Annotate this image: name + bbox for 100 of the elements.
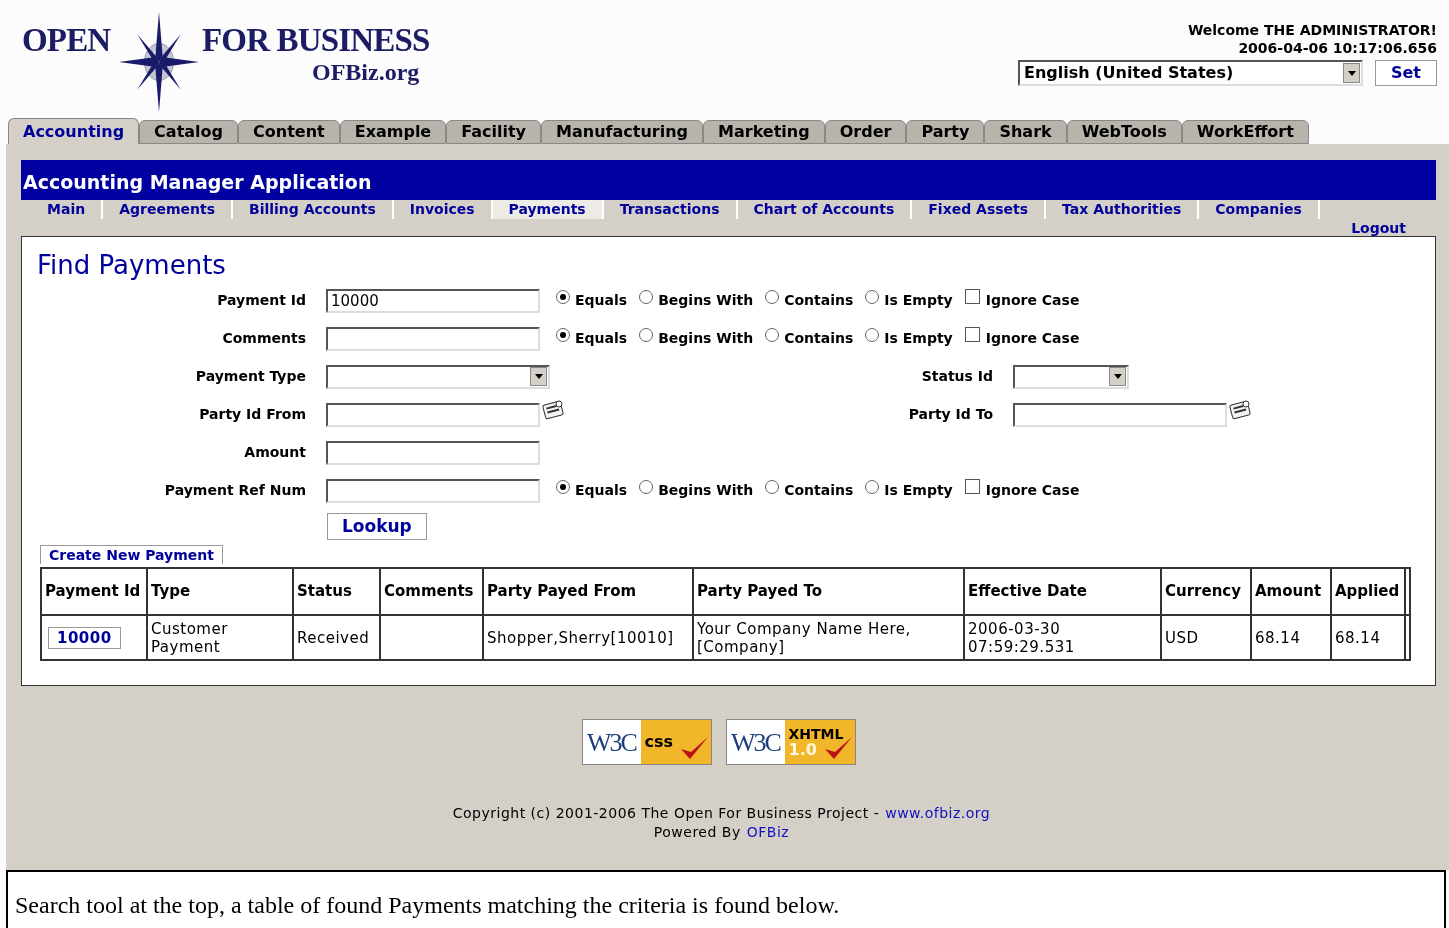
app-tab[interactable]: Content xyxy=(238,120,340,144)
logo-text: FOR BUSINESS xyxy=(202,21,430,60)
language-select[interactable]: English (United States) xyxy=(1018,60,1363,86)
radio-button[interactable] xyxy=(865,479,880,494)
badge-logo: W3C xyxy=(586,726,638,759)
logo-subtitle: OFBiz.org xyxy=(312,58,420,87)
app-tab[interactable]: Order xyxy=(824,120,907,144)
radio-button[interactable] xyxy=(765,327,780,342)
input-field[interactable] xyxy=(326,326,540,351)
website-link[interactable]: www.ofbiz.org xyxy=(885,804,991,823)
timestamp: 2006-04-06 10:17:06.656 xyxy=(1238,39,1437,57)
column-header: Applied xyxy=(1331,568,1405,615)
option-label: Equals xyxy=(575,291,628,310)
welcome-text: Welcome THE ADMINISTRATOR! xyxy=(1187,21,1437,39)
table-cell: 68.14 xyxy=(1255,628,1301,647)
app-tab[interactable]: Facility xyxy=(446,120,542,144)
field-label: Payment Ref Num xyxy=(163,481,306,500)
field-label: Party Id From xyxy=(198,405,306,424)
checkbox[interactable] xyxy=(964,327,980,342)
radio-button[interactable] xyxy=(865,327,880,342)
field-label: Payment Id xyxy=(216,291,306,310)
table-cell: USD xyxy=(1165,628,1199,647)
app-tab[interactable]: WebTools xyxy=(1066,120,1182,144)
table-cell: 2006-03-30 07:59:29.531 xyxy=(968,619,1075,656)
field-label: Party Id To xyxy=(907,405,993,424)
badge-label: css xyxy=(644,734,674,750)
option-label: Is Empty xyxy=(884,291,953,310)
option-label: Equals xyxy=(575,329,628,348)
column-header: Amount xyxy=(1251,568,1331,615)
copyright-text: Copyright (c) 2001-2006 The Open For Business Project - xyxy=(452,804,880,823)
option-label: Begins With xyxy=(658,481,754,500)
option-label: Equals xyxy=(575,481,628,500)
column-header: Type xyxy=(147,568,293,615)
column-header: Payment Id xyxy=(41,568,147,615)
checkbox[interactable] xyxy=(964,479,980,494)
option-label: Is Empty xyxy=(884,329,953,348)
option-label: Is Empty xyxy=(884,481,953,500)
radio-button[interactable] xyxy=(639,289,654,304)
badge-label: XHTML xyxy=(788,726,844,742)
checkbox[interactable] xyxy=(964,289,980,304)
input-field[interactable]: 10000 xyxy=(326,288,540,313)
radio-button[interactable] xyxy=(556,327,570,342)
option-label: Contains xyxy=(784,481,854,500)
app-tab[interactable]: Shark xyxy=(984,120,1067,144)
radio-button[interactable] xyxy=(865,289,880,304)
badge-version: 1.0 xyxy=(788,742,818,758)
radio-button[interactable] xyxy=(639,327,654,342)
select-field[interactable] xyxy=(1013,364,1129,389)
field-label: Payment Type xyxy=(194,367,306,386)
table-cell: Received xyxy=(297,628,370,647)
option-label: Begins With xyxy=(658,291,754,310)
app-tab[interactable]: Marketing xyxy=(703,120,825,144)
input-field[interactable] xyxy=(1013,402,1227,427)
sub-tab[interactable]: Payments xyxy=(492,200,604,219)
create-payment-link[interactable]: Create New Payment xyxy=(40,545,223,564)
ofbiz-link[interactable]: OFBiz xyxy=(746,823,790,842)
payment-id-link[interactable]: 10000 xyxy=(48,626,121,649)
input-field[interactable] xyxy=(326,478,540,503)
checkbox-label: Ignore Case xyxy=(985,329,1080,348)
field-label: Amount xyxy=(243,443,306,462)
column-header: Effective Date xyxy=(964,568,1161,615)
checkbox-label: Ignore Case xyxy=(985,481,1080,500)
app-tab[interactable]: WorkEffort xyxy=(1181,120,1309,144)
app-tab[interactable]: Catalog xyxy=(139,120,239,144)
app-tab[interactable]: Manufacturing xyxy=(541,120,704,144)
radio-button[interactable] xyxy=(765,479,780,494)
lookup-button[interactable]: Lookup xyxy=(327,513,427,540)
table-cell: Customer Payment xyxy=(151,619,228,656)
logo-text: OPEN xyxy=(22,21,111,60)
checkbox-label: Ignore Case xyxy=(985,291,1080,310)
radio-button[interactable] xyxy=(765,289,780,304)
radio-button[interactable] xyxy=(639,479,654,494)
option-label: Contains xyxy=(784,291,854,310)
field-label: Comments xyxy=(221,329,306,348)
column-header: Party Payed From xyxy=(483,568,693,615)
option-label: Contains xyxy=(784,329,854,348)
app-tab[interactable]: Accounting xyxy=(8,118,140,144)
table-cell: Shopper,Sherry[10010] xyxy=(487,628,674,647)
radio-button[interactable] xyxy=(556,479,570,494)
radio-button[interactable] xyxy=(556,289,570,304)
app-tab[interactable]: Party xyxy=(906,120,985,144)
input-field[interactable] xyxy=(326,440,540,465)
column-header: Status xyxy=(293,568,380,615)
caption-text: Search tool at the top, a table of found Payments matching the criteria is found below. xyxy=(15,892,840,918)
column-header: Currency xyxy=(1161,568,1251,615)
table-cell: 68.14 xyxy=(1335,628,1381,647)
option-label: Begins With xyxy=(658,329,754,348)
column-header: Comments xyxy=(380,568,483,615)
badge-logo: W3C xyxy=(730,726,782,759)
powered-by-text: Powered By xyxy=(653,823,741,842)
input-field[interactable] xyxy=(326,402,540,427)
app-title: Accounting Manager Application xyxy=(23,169,372,195)
table-cell: Your Company Name Here,[Company] xyxy=(697,619,911,656)
set-button[interactable]: Set xyxy=(1375,60,1437,86)
select-field[interactable] xyxy=(326,364,550,389)
field-label: Status Id xyxy=(920,367,993,386)
page-heading: Find Payments xyxy=(37,249,227,281)
app-tab[interactable]: Example xyxy=(339,120,447,144)
checkmark-icon xyxy=(678,735,709,761)
column-header: Party Payed To xyxy=(693,568,964,615)
